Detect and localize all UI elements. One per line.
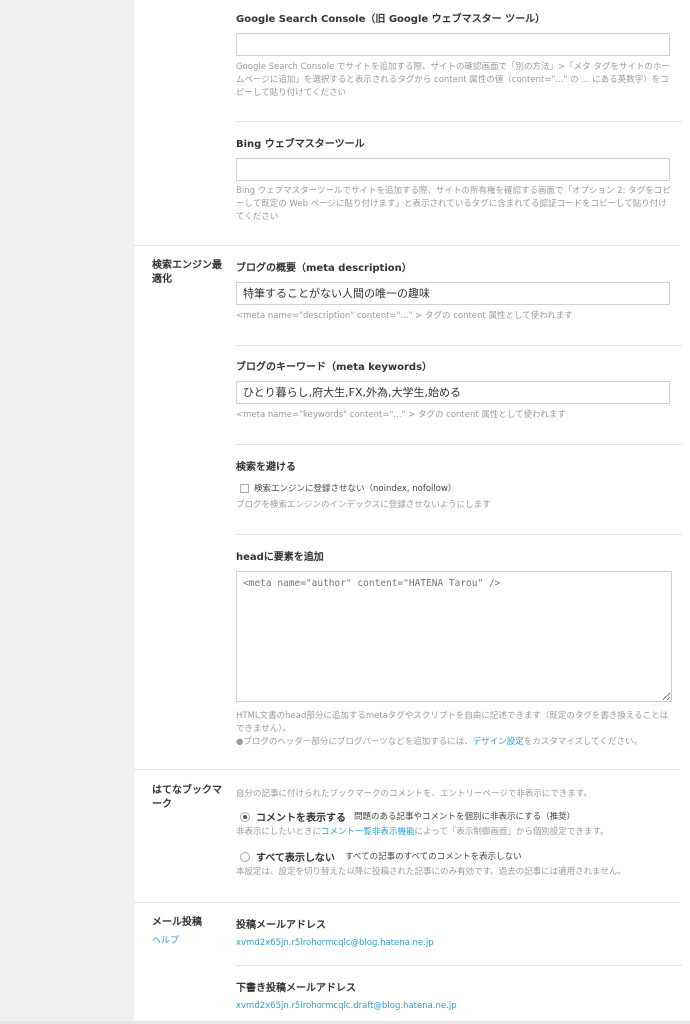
bing-title: Bing ウェブマスターツール <box>236 139 365 150</box>
comment-list-hide-link[interactable]: コメント一覧非表示機能 <box>321 827 415 837</box>
head-help-line2: ●ブログのヘッダー部分にブログパーツなどを追加するには、デザイン設定をカスタマイ… <box>236 736 674 749</box>
show-comments-note: 非表示にしたいときにコメント一覧非表示機能によって「表示制御画面」から個別設定で… <box>236 826 609 839</box>
bookmark-intro: 自分の記事に付けられたブックマークのコメントを、エントリーページで非表示にできま… <box>236 789 592 799</box>
divider <box>236 345 682 346</box>
head-help-prefix: ●ブログのヘッダー部分にブログパーツなどを追加するには、 <box>236 737 473 747</box>
seo-section-label: 検索エンジン最適化 <box>152 260 222 285</box>
draft-address-title: 下書き投稿メールアドレス <box>236 983 356 994</box>
head-help-line1: HTML文書のhead部分に追加するmetaタグやスクリプトを自由に記述できます… <box>236 711 669 734</box>
gsc-help: Google Search Console でサイトを追加する際、サイトの確認画… <box>236 62 670 98</box>
divider <box>236 444 682 445</box>
section-divider <box>134 245 680 246</box>
head-elements-help: HTML文書のhead部分に追加するmetaタグやスクリプトを自由に記述できます… <box>236 710 674 749</box>
hide-all-desc: すべての記事のすべてのコメントを表示しない <box>345 852 522 862</box>
show-comments-desc: 問題のある記事やコメントを個別に非表示にする（推奨） <box>354 812 576 822</box>
design-settings-link[interactable]: デザイン設定 <box>473 737 524 747</box>
settings-panel: Google Search Console（旧 Google ウェブマスター ツ… <box>134 0 690 1024</box>
post-address-title: 投稿メールアドレス <box>236 920 326 931</box>
section-divider <box>134 902 680 903</box>
noindex-label[interactable]: 検索エンジンに登録させない（noindex, nofollow） <box>254 482 456 494</box>
section-divider <box>134 769 680 770</box>
meta-description-title: ブログの概要（meta description） <box>236 263 412 274</box>
hide-all-radio[interactable] <box>240 852 250 862</box>
meta-keywords-input[interactable]: ひとり暮らし,府大生,FX,外為,大学生,始める <box>236 381 670 404</box>
note-suffix: によって「表示制御画面」から個別設定できます。 <box>414 827 609 837</box>
mail-section-label: メール投稿 <box>152 917 202 928</box>
show-comments-radio[interactable] <box>240 812 250 822</box>
head-elements-textarea[interactable] <box>236 571 672 702</box>
bing-help: Bing ウェブマスターツールでサイトを追加する際、サイトの所有権を確認する画面… <box>236 186 671 222</box>
show-comments-label[interactable]: コメントを表示する <box>256 809 346 824</box>
bing-input[interactable] <box>236 158 670 181</box>
meta-description-help: <meta name="description" content="..." >… <box>236 311 573 321</box>
meta-keywords-help: <meta name="keywords" content="..." > タグ… <box>236 410 566 420</box>
left-sidebar <box>0 0 134 1024</box>
avoid-search-title: 検索を避ける <box>236 462 296 473</box>
bookmark-note: 本設定は、設定を切り替えた以降に投稿された記事にのみ有効です。過去の記事には適用… <box>236 867 626 877</box>
head-help-suffix: をカスタマイズしてください。 <box>523 737 643 747</box>
gsc-title: Google Search Console（旧 Google ウェブマスター ツ… <box>236 14 546 25</box>
divider <box>236 534 682 535</box>
gsc-input[interactable] <box>236 33 670 56</box>
meta-description-input[interactable]: 特筆することがない人間の唯一の趣味 <box>236 282 670 305</box>
mail-help-link[interactable]: ヘルプ <box>152 933 179 946</box>
note-prefix: 非表示にしたいときに <box>236 827 322 837</box>
divider <box>236 121 682 122</box>
divider <box>236 965 682 966</box>
meta-keywords-title: ブログのキーワード（meta keywords） <box>236 362 433 373</box>
avoid-search-help: ブログを検索エンジンのインデックスに登録させないようにします <box>236 500 491 510</box>
draft-address[interactable]: xvmd2x65jn.r5lrohormcqlc.draft@blog.hate… <box>236 1001 457 1011</box>
hide-all-label[interactable]: すべて表示しない <box>256 849 335 864</box>
bookmark-section-label: はてなブックマーク <box>152 785 222 810</box>
head-elements-title: headに要素を追加 <box>236 552 324 563</box>
noindex-checkbox[interactable] <box>240 484 249 493</box>
post-address[interactable]: xvmd2x65jn.r5lrohormcqlc@blog.hatena.ne.… <box>236 938 434 948</box>
